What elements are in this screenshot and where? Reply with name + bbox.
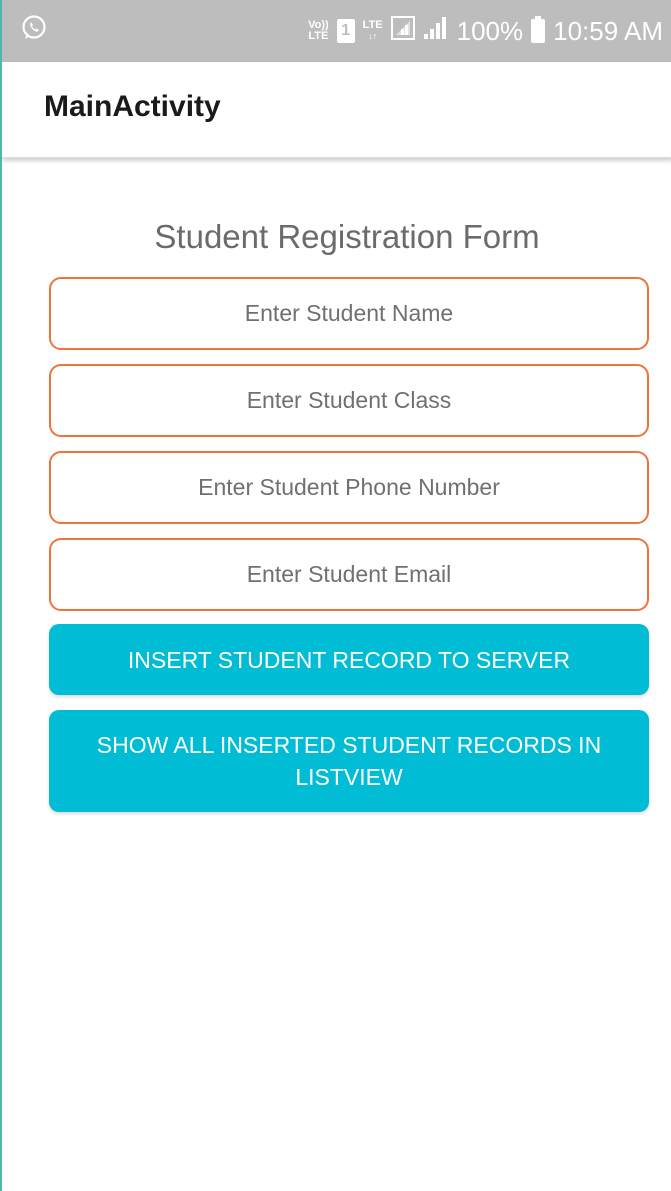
- battery-charging-icon: [531, 16, 546, 43]
- status-time: 10:59 AM: [553, 15, 663, 46]
- student-email-input[interactable]: [51, 539, 647, 610]
- signal-box-icon: [390, 15, 415, 47]
- student-name-field[interactable]: [49, 277, 649, 350]
- status-bar: Vo)) LTE 1 LTE ↓↑ 100% 10:59 AM: [2, 0, 671, 62]
- toolbar-title: MainActivity: [44, 90, 221, 123]
- student-email-field[interactable]: [49, 538, 649, 611]
- volte-bottom-label: LTE: [308, 30, 329, 42]
- app-screen: Vo)) LTE 1 LTE ↓↑ 100% 10:59 AM MainActi…: [0, 0, 671, 1191]
- show-records-button-label: SHOW ALL INSERTED STUDENT RECORDS IN LIS…: [96, 732, 602, 790]
- form-title: Student Registration Form: [154, 218, 540, 255]
- show-records-button[interactable]: SHOW ALL INSERTED STUDENT RECORDS IN LIS…: [49, 710, 649, 812]
- signal-strength-icon: [423, 16, 449, 47]
- student-class-input[interactable]: [51, 365, 647, 436]
- student-phone-field[interactable]: [49, 451, 649, 524]
- student-phone-input[interactable]: [51, 452, 647, 523]
- app-toolbar: MainActivity: [2, 62, 671, 158]
- insert-record-button-label: INSERT STUDENT RECORD TO SERVER: [127, 646, 571, 673]
- status-indicators: Vo)) LTE 1 LTE ↓↑ 100% 10:59 AM: [308, 0, 663, 62]
- battery-percent: 100%: [456, 15, 524, 46]
- lte-icon: LTE ↓↑: [362, 19, 383, 42]
- whatsapp-icon: [20, 14, 48, 42]
- lte-label: LTE: [362, 19, 383, 31]
- sim-icon: 1: [336, 19, 355, 43]
- volte-icon: Vo)) LTE: [308, 20, 329, 42]
- student-class-field[interactable]: [49, 364, 649, 437]
- insert-record-button[interactable]: INSERT STUDENT RECORD TO SERVER: [49, 624, 649, 695]
- student-name-input[interactable]: [51, 278, 647, 349]
